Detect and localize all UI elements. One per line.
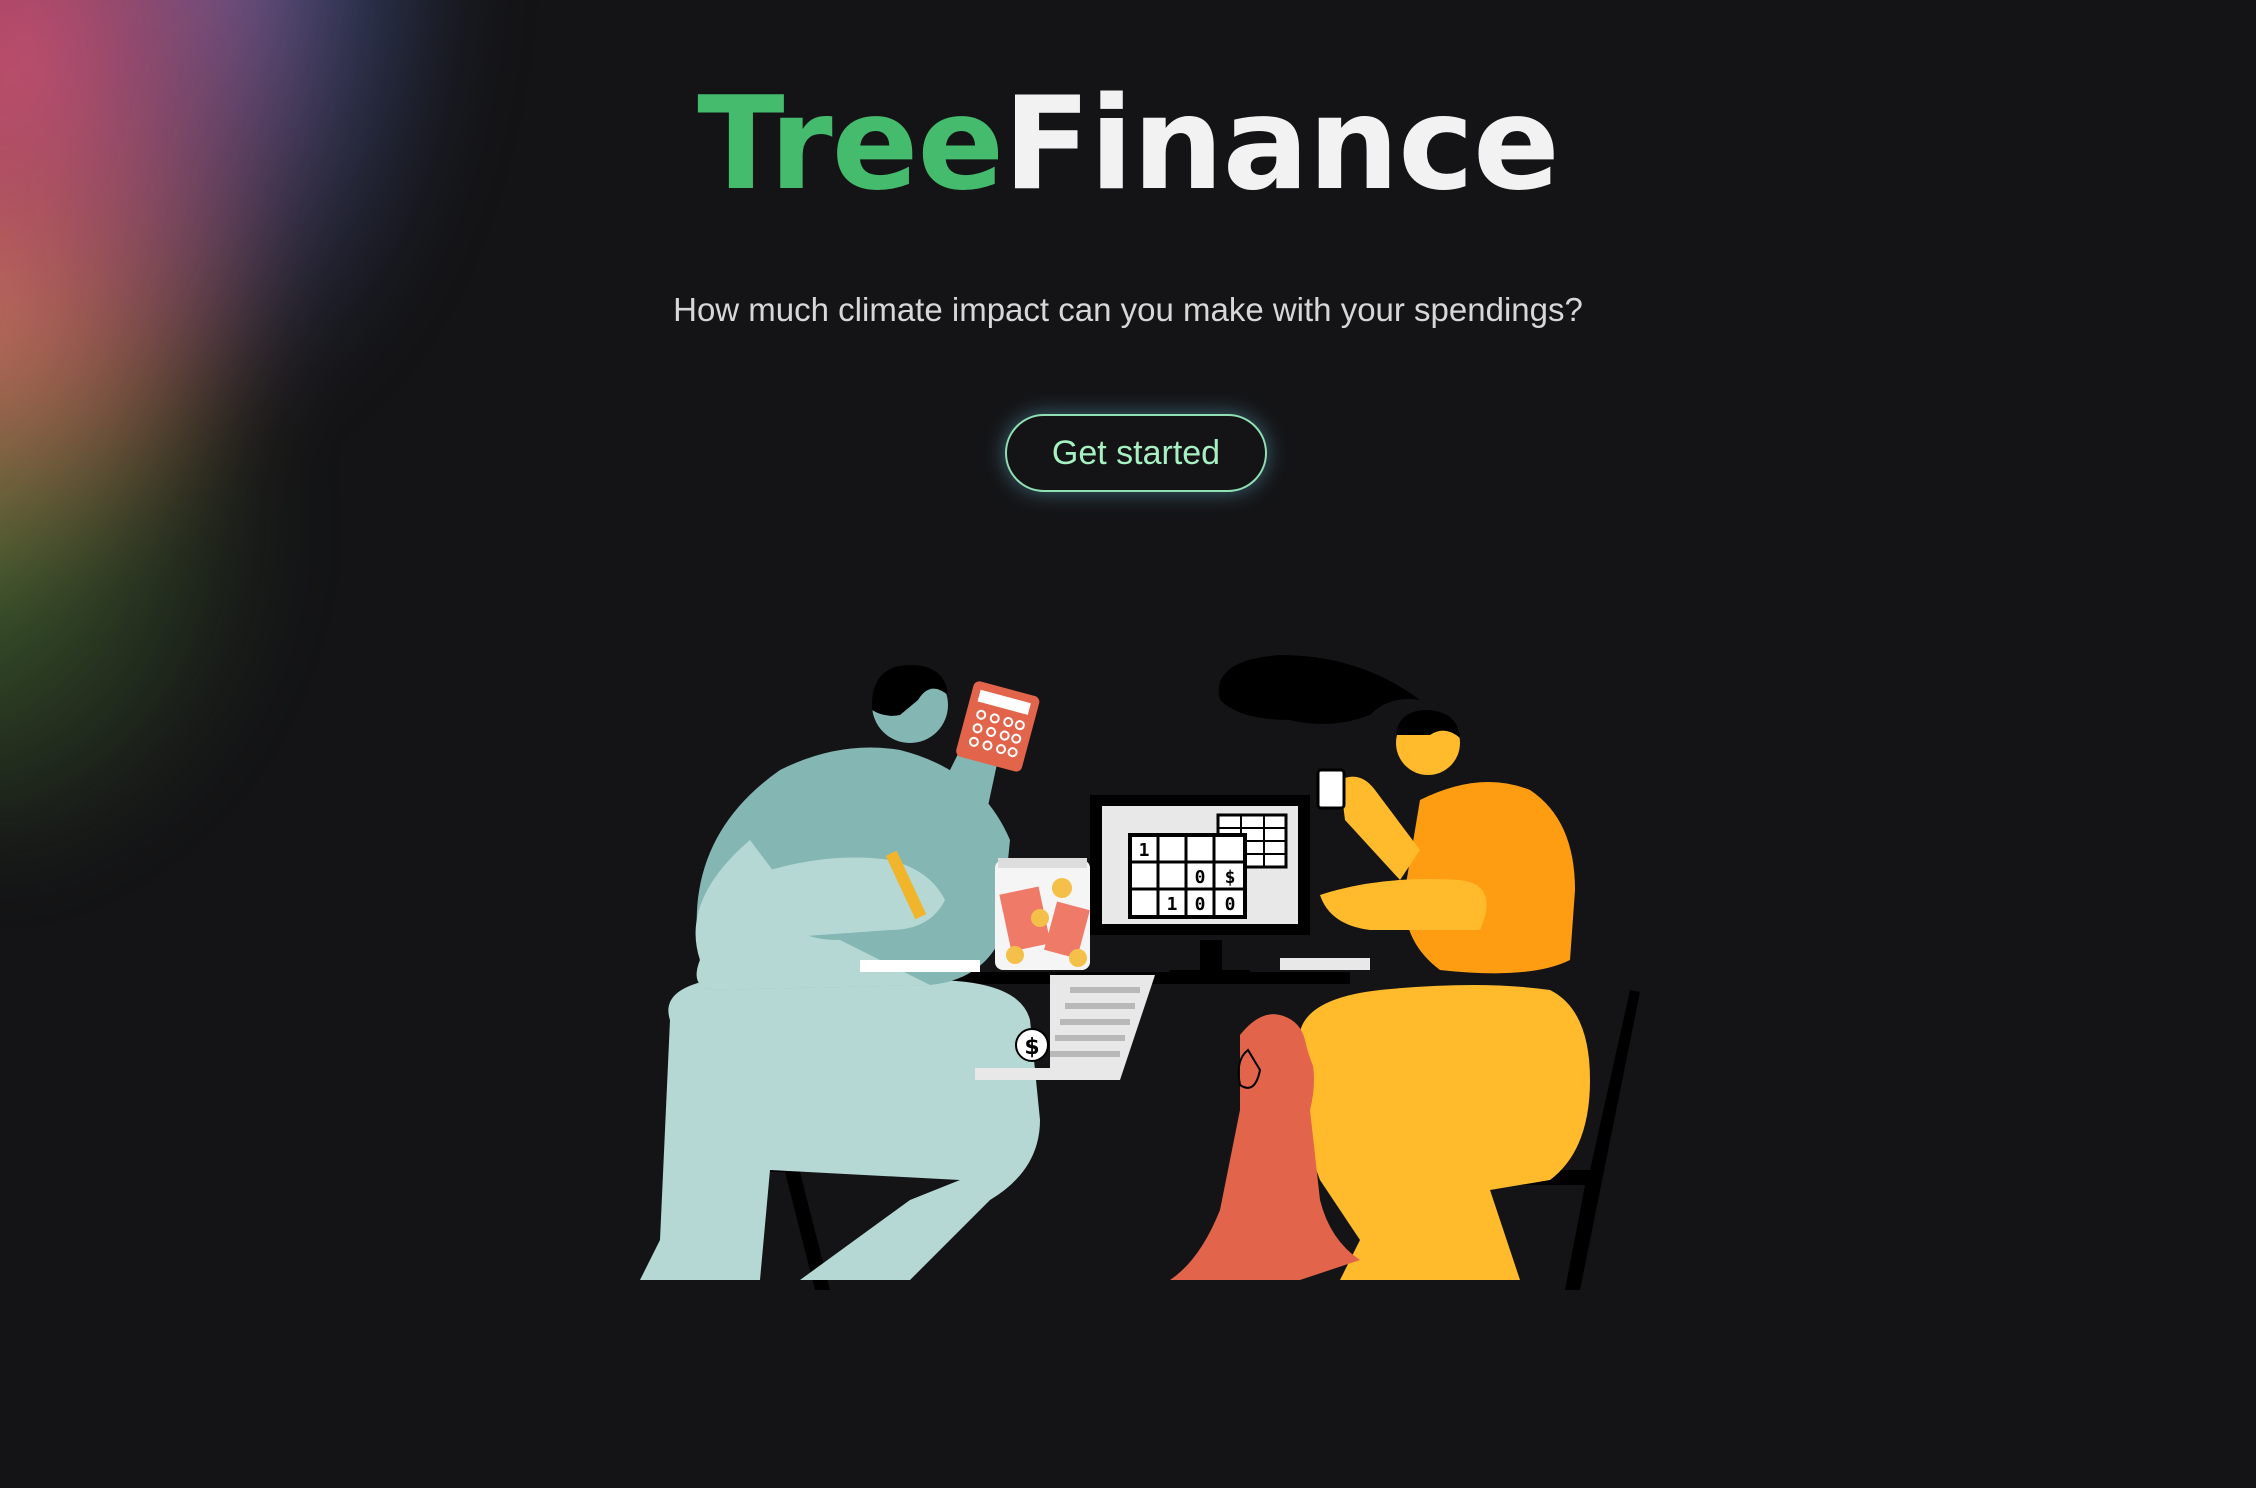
cell-2: 0 [1195,867,1206,888]
receipt-dollar: $ [1024,1035,1039,1060]
get-started-button[interactable]: Get started [1005,414,1267,492]
cell-1: 1 [1139,840,1150,861]
brand-title: TreeFinance [0,70,2256,220]
right-person-arm-lower [1320,879,1487,930]
keyboard-right [1280,958,1370,970]
monitor-icon: 1 0 $ 1 0 0 [1090,795,1310,978]
cell-3: $ [1225,867,1236,888]
brand-title-finance: Finance [1003,70,1560,219]
cell-4: 1 [1167,894,1178,915]
cell-6: 0 [1225,894,1236,915]
brand-title-tree: Tree [697,70,1004,219]
right-person-torso [1404,782,1575,974]
cell-5: 0 [1195,894,1206,915]
left-person-legs [640,980,1040,1280]
money-jar-icon [995,858,1090,970]
landing-page: TreeFinance How much climate impact can … [0,0,2256,1488]
right-person-legs [1299,985,1590,1280]
keyboard [860,960,980,972]
hero-subtitle: How much climate impact can you make wit… [673,291,1583,328]
finance-illustration: $ 1 0 $ 1 0 0 [640,655,1640,1290]
phone-icon [1316,768,1346,810]
right-person-hair [1218,655,1420,724]
right-person-arm-upper [1340,776,1420,880]
